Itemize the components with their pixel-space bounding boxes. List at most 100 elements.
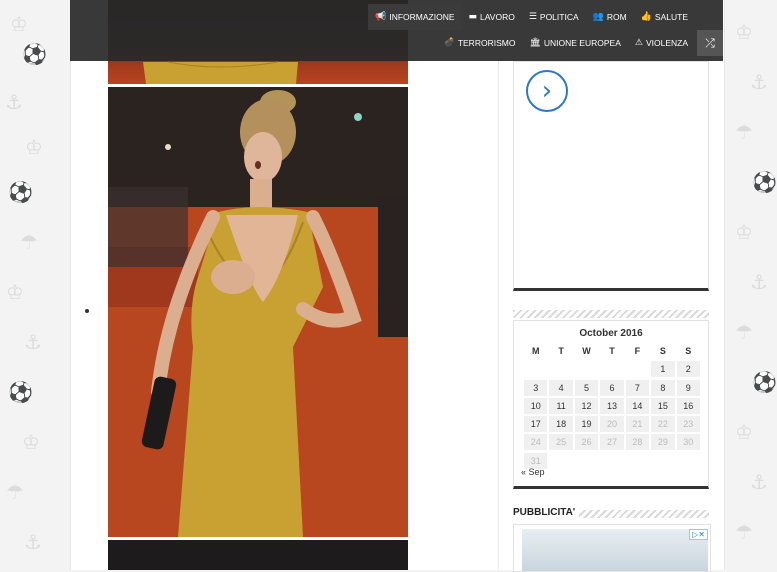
calendar-day[interactable]: 14: [625, 397, 650, 414]
bomb-icon: 💣: [443, 38, 455, 48]
ad-section-title: PUBBLICITA': [513, 507, 580, 518]
calendar-week-row: 17 18 19 20 21 22 23: [523, 416, 701, 434]
calendar-day[interactable]: 8: [651, 379, 675, 396]
calendar-day: 23: [676, 416, 700, 433]
nav-item-label: INFORMAZIONE: [389, 12, 455, 22]
calendar-weekday: F: [634, 346, 641, 356]
calendar-day[interactable]: 6: [600, 379, 624, 396]
next-slide-button[interactable]: ›: [526, 70, 568, 112]
calendar-day[interactable]: 19: [574, 416, 599, 433]
calendar-day[interactable]: 13: [600, 397, 624, 414]
calendar-empty-cell: [599, 361, 624, 377]
random-post-button[interactable]: ⤮: [697, 30, 723, 56]
calendar-week-row: 3456789: [523, 379, 701, 398]
calendar-day[interactable]: 7: [625, 379, 650, 396]
calendar-week-row: 31: [523, 452, 701, 471]
nav-item-politica[interactable]: ☰ POLITICA: [522, 4, 586, 30]
shuffle-icon: ⤮: [705, 35, 715, 50]
nav-item-salute[interactable]: 👍 SALUTE: [634, 4, 695, 30]
calendar-prev-link[interactable]: « Sep: [521, 467, 545, 477]
calendar-grid: M T W T F S S 1 2 3 4 5 6 7 8 9 10 11 12 13 14 15 16 17 18 19 20 21…: [523, 343, 701, 471]
slider-widget: ›: [513, 61, 709, 291]
briefcase-icon: ▬: [468, 12, 478, 22]
nav-item-label: SALUTE: [654, 12, 688, 22]
calendar-day[interactable]: 2: [676, 361, 700, 378]
calendar-day[interactable]: 9: [676, 379, 700, 396]
thumbs-up-icon: 👍: [640, 12, 652, 22]
calendar-weekday: S: [659, 346, 666, 356]
calendar-empty-cell: [574, 361, 599, 377]
ad-box: ▷✕: [513, 524, 711, 572]
calendar-empty-cell: [523, 361, 548, 377]
nav-row-primary: 📢 INFORMAZIONE ▬ LAVORO ☰ POLITICA 👥 ROM 👍 SALUTE: [368, 4, 695, 30]
ad-choices-icon[interactable]: ▷✕: [689, 529, 708, 540]
gallery-photo-main[interactable]: [108, 87, 408, 537]
calendar-day[interactable]: 5: [574, 379, 599, 396]
nav-item-label: ROM: [606, 12, 627, 22]
calendar-day[interactable]: 4: [549, 379, 573, 396]
calendar-day: 26: [574, 434, 599, 451]
calendar-day: 21: [625, 416, 650, 433]
nav-item-informazione[interactable]: 📢 INFORMAZIONE: [368, 4, 462, 30]
nav-item-label: TERRORISMO: [457, 38, 516, 48]
calendar-empty-cell: [599, 453, 624, 469]
nav-row-secondary: 💣 TERRORISMO 🏛 UNIONE EUROPEA ⚠ VIOLENZA: [437, 30, 695, 56]
calendar-day[interactable]: 1: [651, 361, 675, 378]
calendar-day[interactable]: 18: [549, 416, 573, 433]
nav-item-terrorismo[interactable]: 💣 TERRORISMO: [437, 30, 523, 56]
calendar-day: 20: [600, 416, 624, 433]
calendar-empty-cell: [676, 453, 701, 469]
calendar-day[interactable]: 10: [524, 397, 548, 414]
calendar-day: 22: [651, 416, 675, 433]
nav-item-violenza[interactable]: ⚠ VIOLENZA: [628, 30, 695, 56]
calendar-empty-cell: [574, 453, 599, 469]
top-navigation: 📢 INFORMAZIONE ▬ LAVORO ☰ POLITICA 👥 ROM 👍 SALUTE…: [70, 0, 723, 61]
calendar-weekday: T: [609, 346, 615, 356]
bullhorn-icon: 📢: [375, 12, 387, 22]
calendar-weekday-row: MTWTFSS: [523, 343, 701, 361]
calendar-day[interactable]: 17: [524, 416, 548, 433]
calendar-day[interactable]: 12: [574, 397, 599, 414]
calendar-day: 28: [625, 434, 650, 451]
institution-icon: 🏛: [529, 38, 541, 48]
calendar-day: 29: [651, 434, 675, 451]
calendar-weekday: M: [531, 346, 540, 356]
calendar-day: 27: [600, 434, 624, 451]
ad-image[interactable]: [522, 529, 708, 571]
calendar-day[interactable]: 16: [676, 397, 700, 414]
ad-section-header: PUBBLICITA': [513, 505, 709, 521]
calendar-week-row: 10 11 12 13 14 15 16: [523, 397, 701, 416]
calendar-day[interactable]: 15: [651, 397, 675, 414]
sidebar-divider: [498, 0, 499, 570]
sidebar: › October 2016 M T W T F S S 1 2 3 4 5 6 7 8 9 10 11 12 13 1…: [513, 0, 711, 572]
nav-item-label: POLITICA: [539, 12, 579, 22]
calendar-weekday: S: [685, 346, 692, 356]
calendar-day[interactable]: 3: [524, 379, 548, 396]
calendar-day: 30: [676, 434, 700, 451]
calendar-empty-cell: [650, 453, 675, 469]
warning-icon: ⚠: [634, 38, 643, 48]
calendar-day: 24: [524, 434, 548, 451]
nav-item-label: UNIONE EUROPEA: [543, 38, 621, 48]
calendar-day[interactable]: 11: [549, 397, 573, 414]
gallery-photo-next[interactable]: [108, 540, 408, 570]
calendar-weekday: T: [558, 346, 564, 356]
nav-item-label: VIOLENZA: [645, 38, 688, 48]
calendar-weekday: W: [582, 346, 591, 356]
calendar-week-row: 12: [523, 361, 701, 379]
users-icon: 👥: [592, 12, 604, 22]
list-icon: ☰: [528, 12, 537, 22]
nav-item-rom[interactable]: 👥 ROM: [586, 4, 634, 30]
calendar-header-hatch: [513, 310, 709, 318]
calendar-empty-cell: [625, 453, 650, 469]
nav-item-unione-europea[interactable]: 🏛 UNIONE EUROPEA: [522, 30, 627, 56]
main-content: [85, 0, 498, 570]
photo-woman-red-carpet: [108, 87, 408, 537]
nav-item-lavoro[interactable]: ▬ LAVORO: [462, 4, 522, 30]
calendar-widget: October 2016 M T W T F S S 1 2 3 4 5 6 7 8 9 10 11 12 13 14 1…: [513, 320, 709, 489]
calendar-caption: October 2016: [579, 328, 643, 339]
calendar-empty-cell: [548, 361, 573, 377]
calendar-day: 25: [549, 434, 573, 451]
list-bullet: [85, 309, 89, 313]
nav-item-label: LAVORO: [480, 12, 515, 22]
